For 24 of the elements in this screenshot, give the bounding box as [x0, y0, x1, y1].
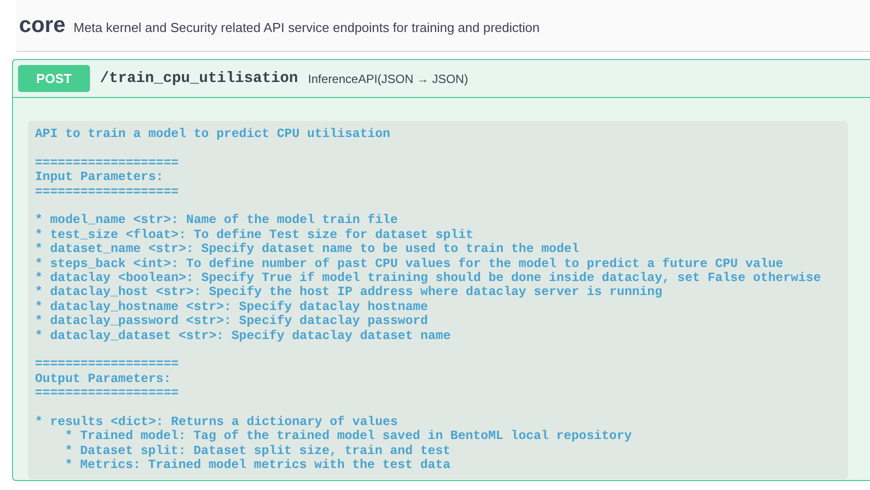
- doc-line: * model_name <str>: Name of the model train file: [35, 213, 398, 228]
- doc-line: * Dataset split: Dataset split size, train and test: [65, 444, 450, 458]
- doc-line: * dataclay_host <str>: Specify the host IP address where dataclay server is running: [35, 285, 662, 300]
- doc-line: ===================: [35, 156, 179, 170]
- doc-line: * dataclay_hostname <str>: Specify dataclay hostname: [35, 300, 428, 314]
- tag-name: core: [19, 12, 66, 38]
- doc-line: ===================: [35, 386, 179, 401]
- doc-line: Output Parameters:: [35, 372, 172, 386]
- doc-line: API to train a model to predict CPU utilisation: [35, 127, 390, 142]
- doc-line: ===================: [35, 184, 179, 200]
- doc-line: * steps_back <int>: To define number of past CPU values for the model to predict a future CPU value: [35, 256, 784, 272]
- tag-description: Meta kernel and Security related API service endpoints for training and prediction: [73, 20, 540, 35]
- doc-line: * Metrics: Trained model metrics with the test data: [65, 458, 450, 473]
- doc-line: * dataclay_password <str>: Specify dataclay password: [35, 314, 428, 329]
- doc-line: * dataclay <boolean>: Specify True if model training should be done inside dataclay, set False otherwise: [35, 271, 821, 286]
- endpoint-summary: InferenceAPI(JSON → JSON): [308, 72, 468, 86]
- doc-line: ===================: [35, 357, 179, 372]
- doc-line: * Trained model: Tag of the trained model saved in BentoML local repository: [65, 429, 632, 444]
- doc-line: * dataset_name <str>: Specify dataset name to be used to train the model: [35, 242, 580, 257]
- endpoint-path[interactable]: /train_cpu_utilisation: [100, 70, 298, 87]
- doc-line: * results <dict>: Returns a dictionary of values: [35, 415, 398, 430]
- doc-line: * dataclay_dataset <str>: Specify dataclay dataset name: [35, 328, 451, 344]
- doc-line: Input Parameters:: [35, 170, 164, 185]
- doc-line: * test_size <float>: To define Test size for dataset split: [35, 228, 474, 242]
